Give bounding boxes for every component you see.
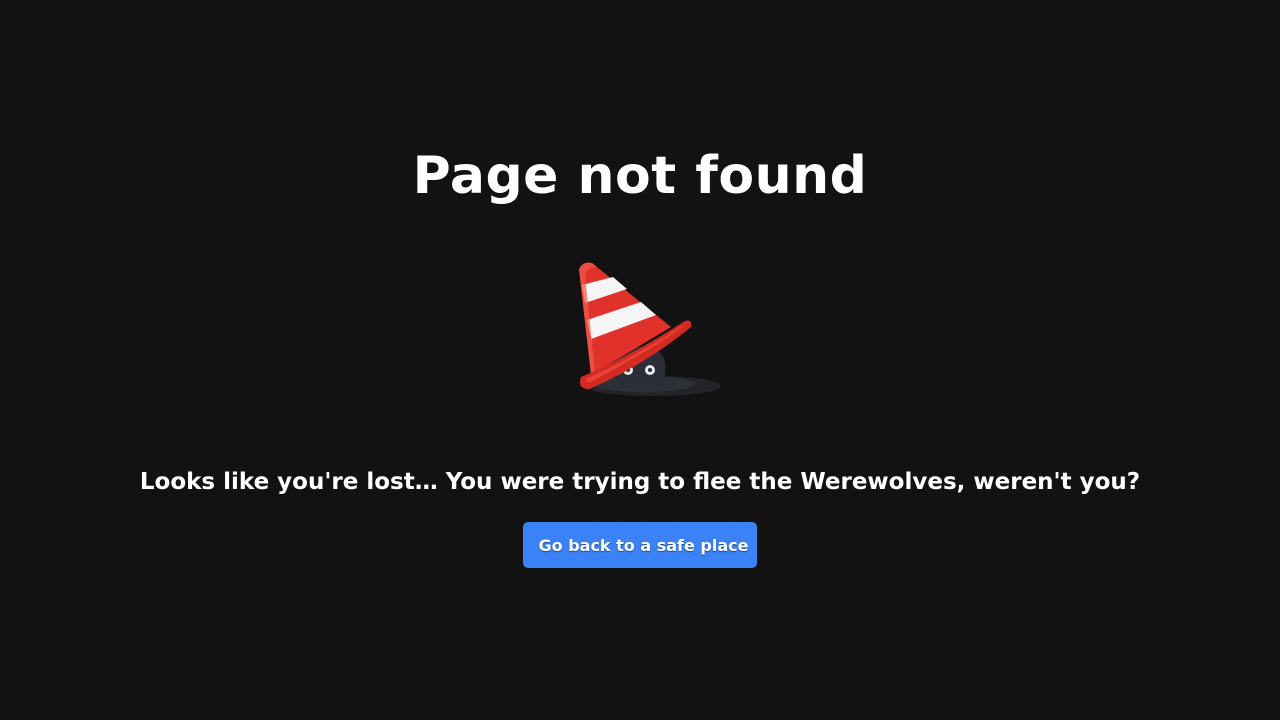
lost-message: Looks like you're lost… You were trying … bbox=[139, 469, 1141, 495]
traffic-cone-icon bbox=[579, 262, 721, 396]
go-back-button-label: Go back to a safe place bbox=[538, 535, 749, 555]
page-title: Page not found bbox=[412, 146, 868, 206]
go-back-button[interactable]: Go back to a safe place bbox=[523, 522, 757, 568]
not-found-page: Page not found Looks like you're lost… Y… bbox=[0, 0, 1280, 720]
traffic-cone-illustration bbox=[565, 255, 730, 405]
